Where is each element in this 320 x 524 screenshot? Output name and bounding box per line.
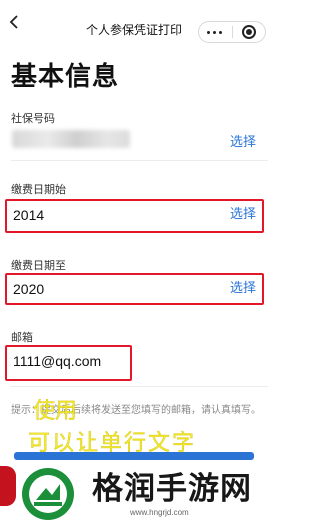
ssn-label: 社保号码 <box>11 113 55 125</box>
ssn-select-button[interactable]: 选择 <box>230 133 256 151</box>
navigation-bar: 个人参保凭证打印 <box>0 0 268 44</box>
start-date-select-button[interactable]: 选择 <box>230 205 256 223</box>
ssn-value-blurred <box>12 130 130 148</box>
brand-url: www.hngrjd.com <box>130 508 189 517</box>
end-date-select-button[interactable]: 选择 <box>230 279 256 297</box>
start-date-label: 缴费日期始 <box>11 184 66 196</box>
start-date-value[interactable]: 2014 <box>13 206 44 224</box>
corner-red-badge <box>0 466 16 506</box>
mini-program-capsule <box>198 21 266 43</box>
overlay-caption-line2: 可以让单行文字 <box>28 430 197 455</box>
email-field[interactable]: 1111@qq.com <box>13 352 101 370</box>
more-dots-icon[interactable] <box>207 31 222 34</box>
divider <box>11 386 268 387</box>
overlay-caption-line1: 使用 <box>33 398 78 423</box>
divider <box>11 160 268 161</box>
end-date-value[interactable]: 2020 <box>13 280 44 298</box>
brand-name: 格润手游网 <box>92 471 252 506</box>
brand-logo-icon <box>22 468 74 520</box>
capsule-divider <box>232 26 233 38</box>
brand-banner: 格润手游网 www.hngrjd.com <box>0 460 268 524</box>
close-target-icon[interactable] <box>242 25 256 39</box>
end-date-label: 缴费日期至 <box>11 260 66 272</box>
page-title: 基本信息 <box>11 61 120 91</box>
email-label: 邮箱 <box>11 332 33 344</box>
